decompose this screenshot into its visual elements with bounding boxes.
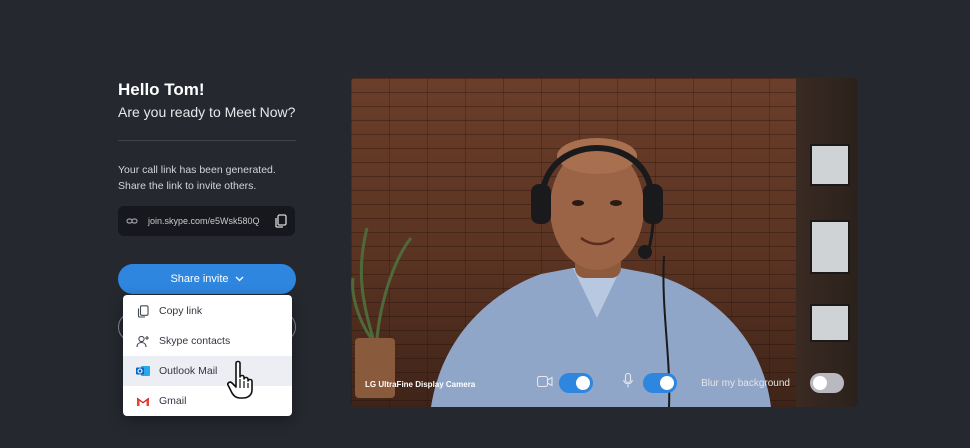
call-link-text: join.skype.com/e5Wsk580Q: [148, 216, 260, 226]
menu-item-label: Copy link: [159, 305, 203, 317]
outlook-icon: [135, 363, 151, 379]
hand-cursor-icon: [226, 360, 260, 405]
microphone-icon: [623, 372, 633, 393]
menu-item-copy-link[interactable]: Copy link: [123, 296, 292, 326]
media-controls: [536, 372, 677, 393]
greeting: Hello Tom!: [118, 80, 205, 99]
blur-label: Blur my background: [701, 377, 790, 389]
divider: [118, 140, 296, 141]
info-text: Your call link has been generated. Share…: [118, 164, 276, 192]
chevron-down-icon: [235, 276, 244, 282]
share-invite-button[interactable]: Share invite: [118, 264, 296, 294]
toggle-knob: [813, 376, 827, 390]
blur-control: Blur my background: [701, 373, 844, 393]
share-menu: Copy link Skype contacts Outlook Mail Gm…: [123, 295, 292, 416]
video-preview: LG UltraFine Display Camera Blur my back…: [351, 78, 858, 407]
blur-toggle[interactable]: [810, 373, 844, 393]
toggle-knob: [660, 376, 674, 390]
copy-icon: [135, 303, 151, 319]
add-contact-icon: [135, 333, 151, 349]
toggle-knob: [576, 376, 590, 390]
video-toggle[interactable]: [559, 373, 593, 393]
person-in-headset: [431, 138, 771, 407]
menu-item-outlook-mail[interactable]: Outlook Mail: [123, 356, 292, 386]
menu-item-label: Outlook Mail: [159, 365, 218, 377]
camera-icon: [536, 374, 553, 392]
menu-item-label: Gmail: [159, 395, 187, 407]
link-icon: [126, 215, 138, 227]
mic-toggle[interactable]: [643, 373, 677, 393]
camera-label: LG UltraFine Display Camera: [365, 380, 476, 389]
gmail-icon: [135, 393, 151, 409]
menu-item-label: Skype contacts: [159, 335, 231, 347]
copy-link-icon[interactable]: [274, 214, 287, 228]
call-link-box: join.skype.com/e5Wsk580Q: [118, 206, 295, 236]
menu-item-gmail[interactable]: Gmail: [123, 386, 292, 416]
question: Are you ready to Meet Now?: [118, 104, 296, 120]
menu-item-skype-contacts[interactable]: Skype contacts: [123, 326, 292, 356]
share-invite-label: Share invite: [170, 273, 229, 285]
